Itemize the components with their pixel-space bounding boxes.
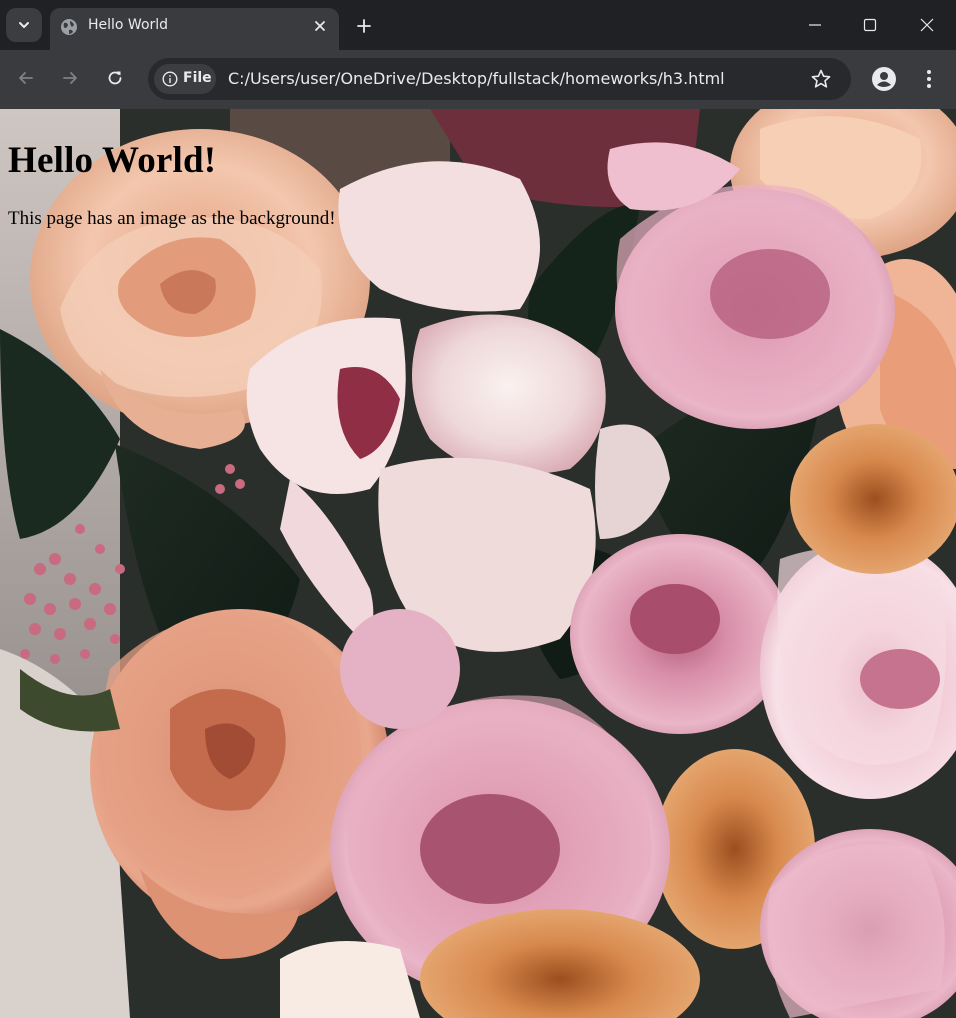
close-icon (920, 18, 934, 32)
reload-icon (108, 71, 122, 85)
maximize-icon (863, 18, 877, 32)
close-window-button[interactable] (907, 8, 947, 42)
info-icon (162, 71, 178, 87)
new-tab-button[interactable] (351, 13, 377, 39)
forward-button[interactable] (55, 63, 85, 93)
close-tab-button[interactable] (311, 17, 329, 35)
maximize-button[interactable] (850, 8, 890, 42)
browser-toolbar: File C:/Users/user/OneDrive/Desktop/full… (0, 50, 956, 109)
globe-icon (61, 19, 77, 35)
tab-title: Hello World (88, 17, 169, 33)
person-icon (872, 67, 896, 91)
arrow-left-icon (19, 72, 33, 84)
arrow-right-icon (63, 72, 77, 84)
minimize-button[interactable] (795, 8, 835, 42)
page-content: Hello World! This page has an image as t… (8, 109, 336, 230)
site-info-label: File (183, 70, 212, 86)
browser-menu-button[interactable] (916, 65, 942, 93)
close-icon (315, 21, 325, 31)
profile-button[interactable] (870, 65, 898, 93)
site-info-chip[interactable]: File (154, 64, 216, 94)
tab-strip: Hello World (0, 0, 956, 50)
tab-hello-world[interactable]: Hello World (50, 8, 339, 50)
minimize-icon (809, 24, 821, 26)
plus-icon (357, 19, 371, 33)
chevron-down-icon (19, 22, 29, 28)
page-heading: Hello World! (8, 140, 217, 181)
url-text[interactable]: C:/Users/user/OneDrive/Desktop/fullstack… (228, 69, 725, 88)
address-bar[interactable]: File C:/Users/user/OneDrive/Desktop/full… (148, 58, 851, 100)
tab-search-button[interactable] (6, 8, 42, 42)
flower-background-image (0, 109, 956, 1018)
back-button[interactable] (11, 63, 41, 93)
reload-button[interactable] (100, 63, 130, 93)
page-viewport: Hello World! This page has an image as t… (0, 109, 956, 1018)
kebab-menu-icon (927, 70, 931, 88)
star-icon[interactable] (810, 68, 832, 90)
page-paragraph: This page has an image as the background… (8, 208, 336, 229)
